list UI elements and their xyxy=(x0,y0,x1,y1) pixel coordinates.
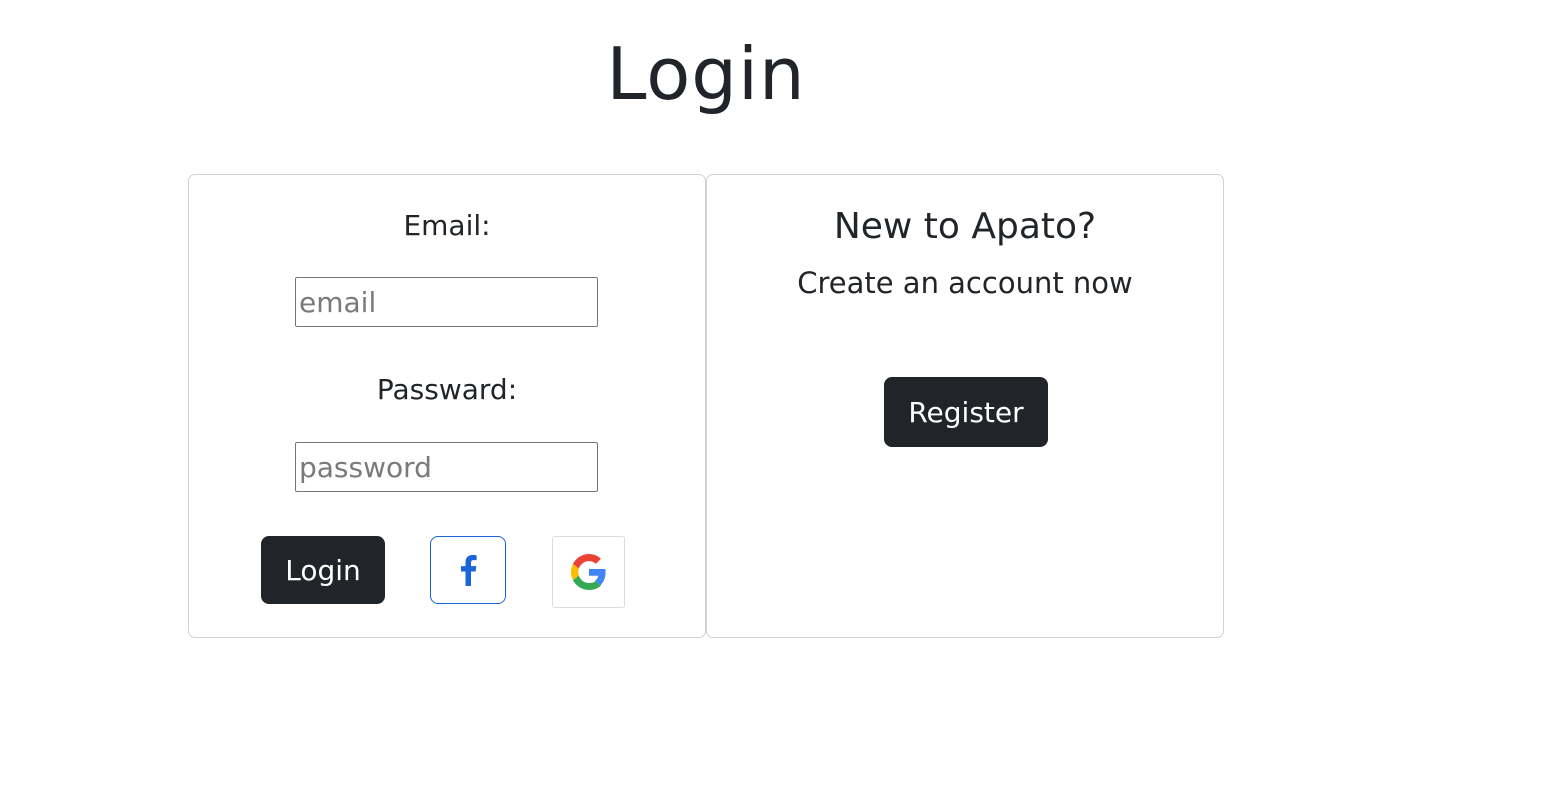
email-input[interactable] xyxy=(295,277,598,327)
register-subtext: Create an account now xyxy=(797,266,1133,300)
page-title: Login xyxy=(606,32,806,116)
register-heading: New to Apato? xyxy=(833,206,1097,247)
password-input[interactable] xyxy=(295,442,598,492)
facebook-f-icon xyxy=(461,555,477,586)
login-card: Email: Passward: Login xyxy=(188,174,706,638)
login-button[interactable]: Login xyxy=(261,536,385,604)
password-label: Passward: xyxy=(376,373,518,406)
google-login-button[interactable] xyxy=(552,536,625,608)
email-label: Email: xyxy=(403,209,491,242)
register-card: New to Apato? Create an account now Regi… xyxy=(706,174,1224,638)
google-g-icon xyxy=(570,554,606,590)
register-button[interactable]: Register xyxy=(884,377,1048,447)
facebook-login-button[interactable] xyxy=(430,536,506,604)
